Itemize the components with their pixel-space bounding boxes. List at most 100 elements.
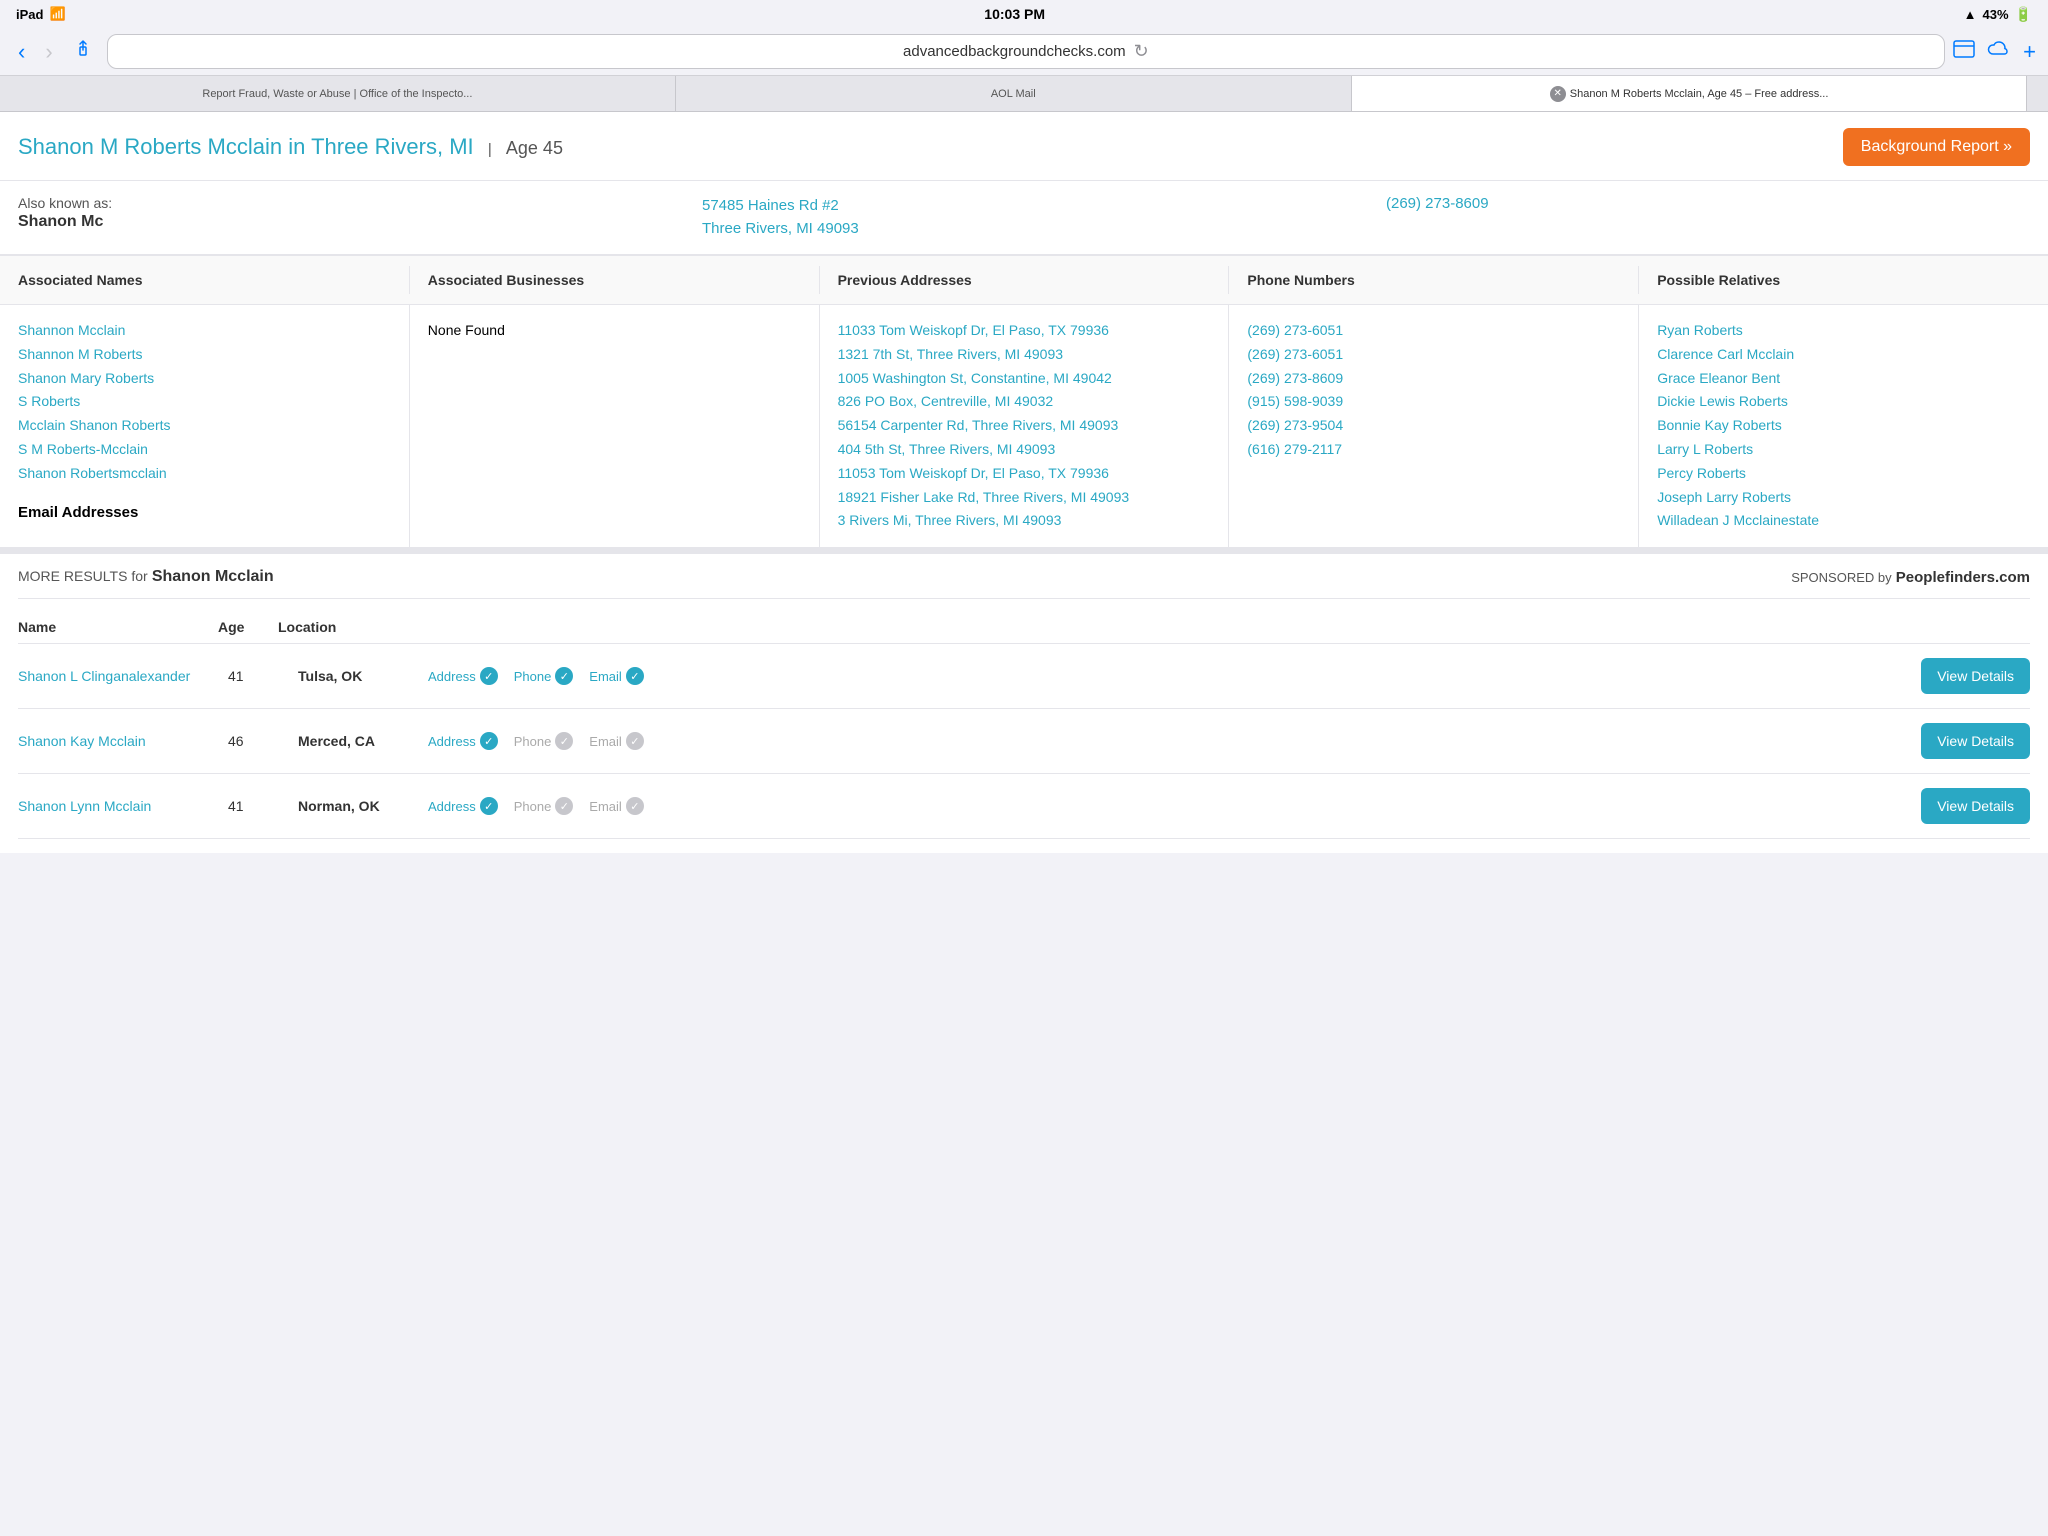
tab-aol[interactable]: AOL Mail (676, 76, 1352, 111)
phone-check-0: ✓ (555, 667, 573, 685)
email-check-0: ✓ (626, 667, 644, 685)
url-text: advancedbackgroundchecks.com (903, 43, 1126, 60)
previous-address[interactable]: 11033 Tom Weiskopf Dr, El Paso, TX 79936 (838, 319, 1211, 343)
possible-relative[interactable]: Joseph Larry Roberts (1657, 486, 2030, 510)
cloud-icon (1987, 40, 2011, 58)
person-name: Shanon M Roberts Mcclain in Three Rivers… (18, 134, 474, 159)
more-results-header: MORE RESULTS for Shanon Mcclain SPONSORE… (18, 568, 2030, 599)
address-check-2: ✓ (480, 797, 498, 815)
email-label-1: Email (589, 734, 622, 749)
email-check-2: ✓ (626, 797, 644, 815)
more-for-area: MORE RESULTS for Shanon Mcclain (18, 568, 274, 586)
th-addresses: Previous Addresses (820, 266, 1230, 294)
forward-button[interactable]: › (39, 37, 58, 67)
address-label-1: Address (428, 734, 476, 749)
possible-relative[interactable]: Dickie Lewis Roberts (1657, 390, 2030, 414)
associated-name[interactable]: S M Roberts-Mcclain (18, 438, 391, 462)
td-businesses: None Found (410, 305, 820, 547)
associated-name[interactable]: Mcclain Shanon Roberts (18, 414, 391, 438)
result-tags-1: Address ✓ Phone ✓ Email ✓ (428, 732, 1911, 750)
possible-relative[interactable]: Percy Roberts (1657, 462, 2030, 486)
td-names: Shannon McclainShannon M RobertsShanon M… (0, 305, 410, 547)
phone-number[interactable]: (269) 273-6051 (1247, 319, 1620, 343)
email-addresses-label: Email Addresses (18, 500, 391, 526)
associated-name[interactable]: S Roberts (18, 390, 391, 414)
status-bar: iPad 📶 10:03 PM ▲ 43% 🔋 (0, 0, 2048, 28)
possible-relative[interactable]: Grace Eleanor Bent (1657, 367, 2030, 391)
results-rows: Shanon L Clinganalexander 41 Tulsa, OK A… (18, 644, 2030, 839)
result-location-0: Tulsa, OK (298, 668, 418, 684)
col-age: Age (218, 619, 278, 635)
phone-number[interactable]: (269) 273-8609 (1386, 195, 2030, 212)
result-tags-2: Address ✓ Phone ✓ Email ✓ (428, 797, 1911, 815)
reload-button[interactable]: ↻ (1134, 41, 1149, 62)
status-right: ▲ 43% 🔋 (1964, 6, 2032, 23)
more-for-name: Shanon Mcclain (152, 568, 274, 585)
associated-name[interactable]: Shanon Robertsmcclain (18, 462, 391, 486)
address-label-2: Address (428, 799, 476, 814)
view-details-button-0[interactable]: View Details (1921, 658, 2030, 694)
col-location: Location (278, 619, 2030, 635)
phone-number[interactable]: (616) 279-2117 (1247, 438, 1620, 462)
cloud-button[interactable] (1987, 40, 2011, 64)
phone-number[interactable]: (269) 273-9504 (1247, 414, 1620, 438)
view-details-button-2[interactable]: View Details (1921, 788, 2030, 824)
result-name-2[interactable]: Shanon Lynn Mcclain (18, 798, 218, 814)
col-name: Name (18, 619, 218, 635)
associated-name[interactable]: Shannon Mcclain (18, 319, 391, 343)
phone-number[interactable]: (915) 598-9039 (1247, 390, 1620, 414)
phone-number[interactable]: (269) 273-8609 (1247, 367, 1620, 391)
email-label-2: Email (589, 799, 622, 814)
battery-pct: 43% (1983, 7, 2009, 22)
th-businesses: Associated Businesses (410, 266, 820, 294)
previous-address[interactable]: 18921 Fisher Lake Rd, Three Rivers, MI 4… (838, 486, 1211, 510)
possible-relative[interactable]: Willadean J Mcclainestate (1657, 509, 2030, 533)
previous-address[interactable]: 3 Rivers Mi, Three Rivers, MI 49093 (838, 509, 1211, 533)
possible-relative[interactable]: Clarence Carl Mcclain (1657, 343, 2030, 367)
status-left: iPad 📶 (16, 6, 66, 22)
more-results: MORE RESULTS for Shanon Mcclain SPONSORE… (0, 548, 2048, 853)
associated-name[interactable]: Shannon M Roberts (18, 343, 391, 367)
previous-address[interactable]: 56154 Carpenter Rd, Three Rivers, MI 490… (838, 414, 1211, 438)
td-addresses: 11033 Tom Weiskopf Dr, El Paso, TX 79936… (820, 305, 1230, 547)
phone-label-2: Phone (514, 799, 552, 814)
tabs-button[interactable] (1953, 40, 1975, 64)
associated-name[interactable]: Shanon Mary Roberts (18, 367, 391, 391)
previous-address[interactable]: 826 PO Box, Centreville, MI 49032 (838, 390, 1211, 414)
previous-address[interactable]: 404 5th St, Three Rivers, MI 49093 (838, 438, 1211, 462)
result-age-2: 41 (228, 798, 288, 814)
businesses-none: None Found (428, 322, 505, 338)
add-tab-button[interactable]: + (2023, 39, 2036, 65)
email-tag-2: Email ✓ (589, 797, 644, 815)
view-details-button-1[interactable]: View Details (1921, 723, 2030, 759)
also-known-name: Shanon Mc (18, 213, 662, 231)
result-age-0: 41 (228, 668, 288, 684)
person-header: Shanon M Roberts Mcclain in Three Rivers… (0, 112, 2048, 181)
location-icon: ▲ (1964, 7, 1977, 22)
background-report-button[interactable]: Background Report » (1843, 128, 2030, 166)
address-line1[interactable]: 57485 Haines Rd #2 (702, 195, 1346, 218)
tab-shanon[interactable]: ✕ Shanon M Roberts Mcclain, Age 45 – Fre… (1352, 76, 2028, 111)
tab-shanon-label: Shanon M Roberts Mcclain, Age 45 – Free … (1570, 88, 1829, 100)
info-row: Also known as: Shanon Mc 57485 Haines Rd… (0, 181, 2048, 255)
result-name-0[interactable]: Shanon L Clinganalexander (18, 668, 218, 684)
possible-relative[interactable]: Larry L Roberts (1657, 438, 2030, 462)
share-button[interactable] (67, 37, 99, 66)
address-line2[interactable]: Three Rivers, MI 49093 (702, 218, 1346, 241)
back-button[interactable]: ‹ (12, 37, 31, 67)
result-name-1[interactable]: Shanon Kay Mcclain (18, 733, 218, 749)
tab-fraud[interactable]: Report Fraud, Waste or Abuse | Office of… (0, 76, 676, 111)
possible-relative[interactable]: Bonnie Kay Roberts (1657, 414, 2030, 438)
phone-number[interactable]: (269) 273-6051 (1247, 343, 1620, 367)
address-tag-0: Address ✓ (428, 667, 498, 685)
phone-check-2: ✓ (555, 797, 573, 815)
table-headers: Associated Names Associated Businesses P… (0, 256, 2048, 305)
possible-relative[interactable]: Ryan Roberts (1657, 319, 2030, 343)
previous-address[interactable]: 11053 Tom Weiskopf Dr, El Paso, TX 79936 (838, 462, 1211, 486)
tab-close-button[interactable]: ✕ (1550, 86, 1566, 102)
result-age-1: 46 (228, 733, 288, 749)
result-row: Shanon L Clinganalexander 41 Tulsa, OK A… (18, 644, 2030, 709)
previous-address[interactable]: 1005 Washington St, Constantine, MI 4904… (838, 367, 1211, 391)
previous-address[interactable]: 1321 7th St, Three Rivers, MI 49093 (838, 343, 1211, 367)
url-bar[interactable]: advancedbackgroundchecks.com ↻ (107, 34, 1945, 69)
